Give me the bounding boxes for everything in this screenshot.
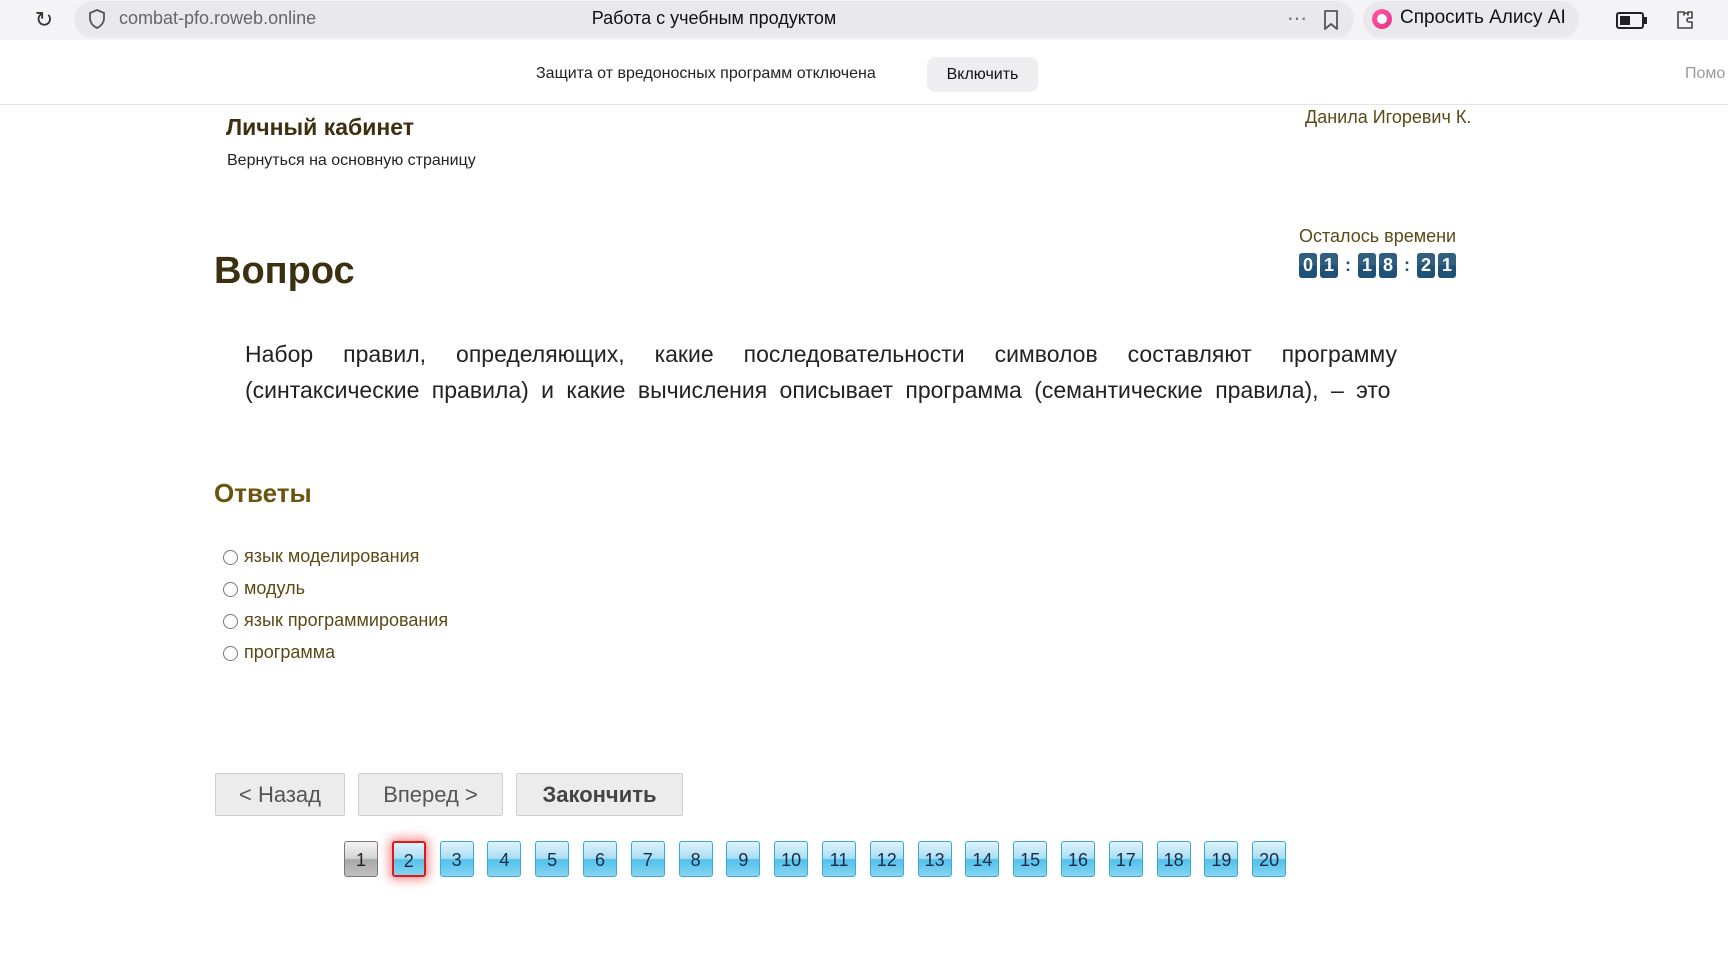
page-button-18[interactable]: 18: [1156, 841, 1191, 877]
page-button-10[interactable]: 10: [774, 841, 809, 877]
page-button-16[interactable]: 16: [1061, 841, 1095, 877]
page-title-bar: Работа с учебным продуктом: [591, 8, 837, 28]
answer-option[interactable]: язык программирования: [223, 610, 448, 631]
radio-button[interactable]: [223, 646, 238, 661]
page-button-12[interactable]: 12: [869, 841, 904, 877]
question-heading: Вопрос: [214, 250, 355, 292]
timer-digit: 1: [1320, 252, 1338, 278]
extensions-icon[interactable]: [1672, 8, 1696, 32]
back-button[interactable]: < Назад: [215, 773, 345, 816]
countdown-timer: 0 1 : 1 8 : 2 1: [1299, 252, 1459, 278]
help-link[interactable]: Помо: [1685, 65, 1725, 83]
bookmark-icon[interactable]: [1322, 9, 1340, 31]
enable-protection-button[interactable]: Включить: [927, 57, 1038, 92]
back-to-main-link[interactable]: Вернуться на основную страницу: [227, 152, 476, 170]
finish-button[interactable]: Закончить: [516, 773, 683, 816]
answer-label[interactable]: программа: [244, 642, 335, 663]
page-button-3[interactable]: 3: [439, 841, 474, 877]
more-icon[interactable]: ⋯: [1287, 6, 1308, 31]
page-button-6[interactable]: 6: [583, 841, 617, 877]
user-name: Данила Игоревич К.: [1305, 107, 1472, 127]
page-button-7[interactable]: 7: [630, 841, 665, 877]
answer-option[interactable]: язык моделирования: [223, 546, 419, 567]
timer-digit: 1: [1358, 252, 1376, 278]
answer-option[interactable]: модуль: [223, 578, 305, 599]
radio-button[interactable]: [223, 614, 238, 629]
answer-label[interactable]: язык моделирования: [244, 546, 419, 567]
page-button-1[interactable]: 1: [344, 841, 378, 877]
answer-label[interactable]: модуль: [244, 578, 305, 599]
page-button-14[interactable]: 14: [965, 841, 1000, 877]
timer-digit: 8: [1379, 252, 1397, 278]
timer-separator: :: [1404, 254, 1410, 275]
alice-icon: [1372, 9, 1392, 29]
page-button-17[interactable]: 17: [1108, 841, 1143, 877]
page-button-20[interactable]: 20: [1252, 841, 1287, 877]
page-button-4[interactable]: 4: [487, 841, 522, 877]
radio-button[interactable]: [223, 582, 238, 597]
time-remaining-label: Осталось времени: [1299, 226, 1457, 246]
question-text: Набор правил, определяющих, какие послед…: [245, 341, 1397, 403]
page-button-9[interactable]: 9: [726, 841, 761, 877]
timer-separator: :: [1345, 254, 1351, 275]
security-message: Защита от вредоносных программ отключена: [536, 65, 876, 82]
page-button-19[interactable]: 19: [1204, 841, 1239, 877]
page-button-15[interactable]: 15: [1013, 841, 1048, 877]
page-button-8[interactable]: 8: [678, 841, 713, 877]
answer-label[interactable]: язык программирования: [244, 610, 448, 631]
answers-heading: Ответы: [214, 478, 312, 508]
cabinet-title: Личный кабинет: [226, 114, 414, 140]
alice-label[interactable]: Спросить Алису AI: [1400, 7, 1566, 29]
page-button-2[interactable]: 2: [391, 841, 426, 877]
answer-option[interactable]: программа: [223, 642, 335, 663]
radio-button[interactable]: [223, 550, 238, 565]
page-button-5[interactable]: 5: [535, 841, 570, 877]
timer-digit: 2: [1417, 252, 1435, 278]
page-button-13[interactable]: 13: [917, 841, 952, 877]
timer-digit: 1: [1438, 252, 1456, 278]
page-button-11[interactable]: 11: [822, 841, 856, 877]
battery-icon[interactable]: [1616, 12, 1647, 29]
next-button[interactable]: Вперед >: [358, 773, 503, 816]
timer-digit: 0: [1299, 252, 1317, 278]
